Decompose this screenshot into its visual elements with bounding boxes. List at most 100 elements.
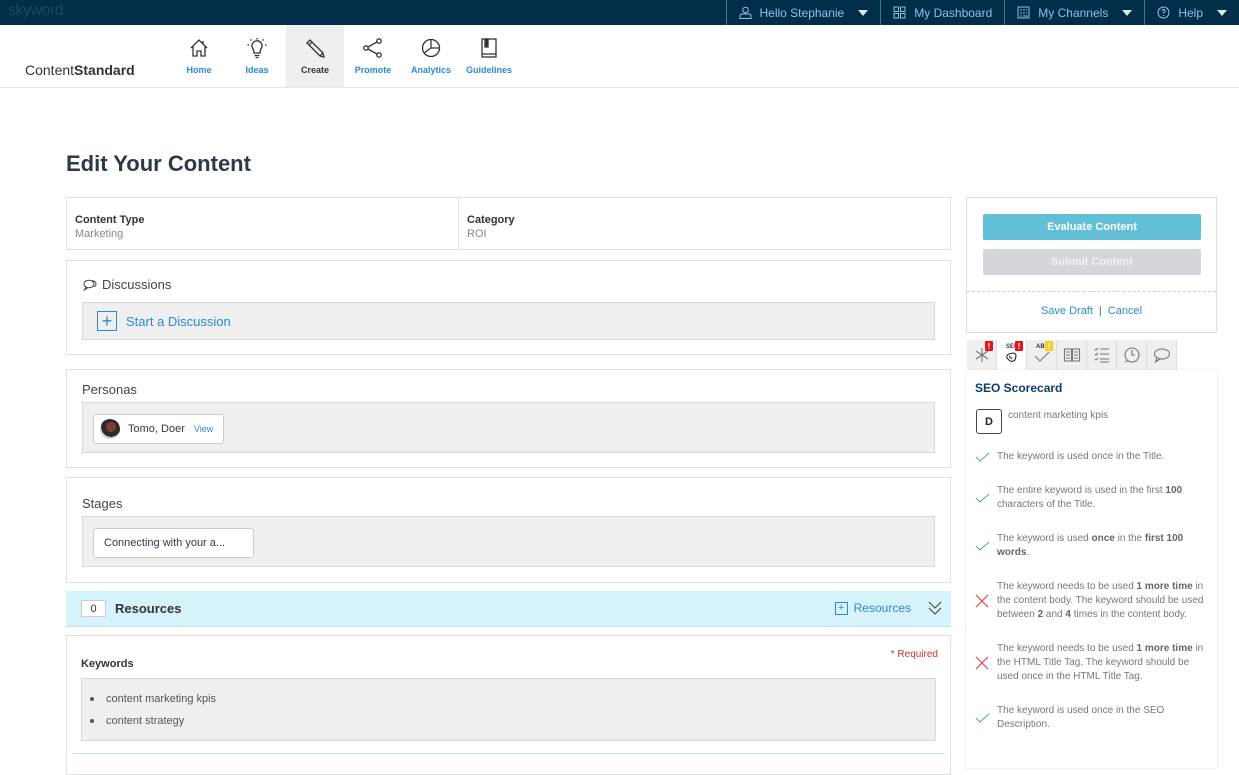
stages-label: Stages [82, 496, 122, 511]
book-icon [478, 37, 500, 59]
user-menu[interactable]: Hello Stephanie [726, 0, 881, 25]
checkmark-icon [975, 492, 997, 504]
content-meta: Content Type Marketing Category ROI [66, 197, 951, 250]
caret-down-icon [1122, 10, 1132, 16]
open-book-icon [1063, 346, 1081, 364]
seo-check-item: The keyword needs to be used 1 more time… [975, 642, 1205, 684]
keyword-item: content marketing kpis [90, 688, 935, 710]
nav-promote-label: Promote [355, 65, 392, 75]
personas-label: Personas [82, 382, 137, 397]
seo-grade-badge: D [976, 409, 1002, 434]
persona-name: Tomo, Doer [128, 423, 185, 435]
seo-check-text: The keyword needs to be used 1 more time… [997, 642, 1205, 684]
double-chevron-down-icon[interactable] [928, 600, 942, 616]
logo-light-text: Content [25, 62, 74, 78]
keywords-list: content marketing kpis content strategy [90, 688, 935, 732]
x-mark-icon [975, 594, 997, 608]
evaluate-content-button[interactable]: Evaluate Content [983, 214, 1201, 240]
nav-create-label: Create [301, 65, 329, 75]
help-icon [1157, 6, 1170, 19]
panel-tabs: ! SEO ! ABC ! [967, 340, 1177, 370]
category-label: Category [467, 214, 515, 226]
tab-requirements[interactable]: ! [967, 340, 997, 370]
nav-ideas[interactable]: Ideas [228, 25, 286, 87]
stage-chip[interactable]: Connecting with your a... [93, 528, 254, 558]
stages-section: Stages Connecting with your a... [66, 477, 951, 583]
nav-create[interactable]: Create [286, 25, 344, 87]
nav-guidelines[interactable]: Guidelines [460, 25, 518, 87]
cancel-link[interactable]: Cancel [1108, 305, 1142, 317]
dashboard-grid-icon [893, 6, 906, 19]
share-icon [362, 37, 384, 59]
seo-check-text: The keyword is used once in the Title. [997, 450, 1164, 464]
seo-scorecard: SEO Scorecard D content marketing kpis T… [966, 370, 1217, 768]
warning-badge: ! [1045, 341, 1053, 351]
scorecard-title: SEO Scorecard [975, 381, 1062, 395]
checkmark-icon [975, 712, 997, 724]
start-discussion-button[interactable]: + Start a Discussion [82, 302, 935, 340]
nav-ideas-label: Ideas [245, 65, 268, 75]
seo-check-item: The keyword is used once in the SEO Desc… [975, 704, 1205, 732]
user-menu-label: Hello Stephanie [760, 6, 845, 20]
user-icon [739, 6, 752, 19]
submit-content-button[interactable]: Submit Content [983, 249, 1201, 275]
resources-title: Resources [115, 601, 181, 616]
category-value: ROI [467, 228, 515, 240]
start-discussion-label: Start a Discussion [126, 314, 231, 329]
draft-links: Save Draft | Cancel [967, 305, 1216, 317]
seo-check-item: The keyword needs to be used 1 more time… [975, 580, 1205, 622]
tab-seo[interactable]: SEO ! [997, 340, 1027, 370]
skyword-logo[interactable]: skyword [8, 2, 63, 20]
page-title: Edit Your Content [66, 151, 251, 177]
nav-analytics-label: Analytics [411, 65, 451, 75]
personas-section: Personas Tomo, Doer View [66, 369, 951, 468]
save-draft-link[interactable]: Save Draft [1041, 305, 1093, 317]
help-menu[interactable]: Help [1144, 0, 1239, 25]
seo-check-text: The keyword is used once in the first 10… [997, 532, 1205, 560]
persona-view-link[interactable]: View [194, 424, 213, 434]
seo-check-text: The keyword is used once in the SEO Desc… [997, 704, 1205, 732]
persona-avatar [100, 419, 120, 439]
checkmark-icon [975, 540, 997, 552]
tab-guidelines[interactable] [1057, 340, 1087, 370]
add-resources-button[interactable]: + Resources [835, 601, 911, 615]
checklist-icon [1093, 346, 1111, 364]
caret-down-icon [1217, 10, 1227, 16]
logo-bold-text: Standard [74, 62, 135, 78]
content-type-label: Content Type [75, 214, 450, 226]
tab-history[interactable] [1117, 340, 1147, 370]
lightbulb-icon [246, 37, 268, 59]
my-channels-menu[interactable]: My Channels [1004, 0, 1144, 25]
top-menu: Hello Stephanie My Dashboard My Channels… [726, 0, 1239, 25]
alert-badge: ! [1015, 341, 1023, 351]
nav-promote[interactable]: Promote [344, 25, 402, 87]
pie-chart-icon [420, 37, 442, 59]
my-dashboard-link[interactable]: My Dashboard [880, 0, 1004, 25]
content-type-value: Marketing [75, 228, 450, 240]
seo-check-item: The keyword is used once in the first 10… [975, 532, 1205, 560]
stages-list: Connecting with your a... [82, 516, 935, 567]
nav-home[interactable]: Home [170, 25, 228, 87]
tab-comments[interactable] [1147, 340, 1177, 370]
keyword-item: content strategy [90, 710, 935, 732]
add-resources-label: Resources [854, 601, 911, 615]
pencil-icon [304, 37, 326, 59]
main-navbar: ContentStandard Home Ideas Create Promot… [0, 25, 1239, 88]
keywords-label: Keywords [81, 658, 134, 670]
tab-checklist[interactable] [1087, 340, 1117, 370]
scorecard-keyword: content marketing kpis [1008, 410, 1108, 421]
seo-check-list: The keyword is used once in the Title. Th… [975, 450, 1205, 752]
seo-check-text: The keyword needs to be used 1 more time… [997, 580, 1205, 622]
seo-check-item: The keyword is used once in the Title. [975, 450, 1205, 464]
seo-check-text: The entire keyword is used in the first … [997, 484, 1205, 512]
tab-spellcheck[interactable]: ABC ! [1027, 340, 1057, 370]
resources-bar: 0 Resources + Resources [66, 591, 951, 627]
link-separator: | [1099, 305, 1102, 317]
nav-guidelines-label: Guidelines [466, 65, 512, 75]
my-channels-label: My Channels [1038, 6, 1108, 20]
dashed-divider [967, 291, 1216, 292]
content-standard-logo[interactable]: ContentStandard [25, 62, 135, 78]
persona-chip[interactable]: Tomo, Doer View [93, 414, 224, 444]
nav-analytics[interactable]: Analytics [402, 25, 460, 87]
top-bar: skyword Hello Stephanie My Dashboard My … [0, 0, 1239, 25]
